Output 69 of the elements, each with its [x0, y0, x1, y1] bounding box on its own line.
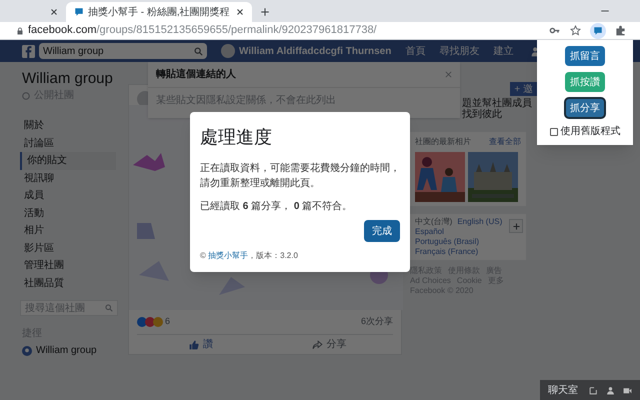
- tab-title: 抽獎小幫手 - 粉絲團,社團開獎程: [88, 6, 231, 20]
- add-language-button[interactable]: [509, 219, 523, 233]
- version-text: © 抽獎小幫手，版本：3.2.0: [200, 250, 299, 262]
- done-button[interactable]: 完成: [364, 220, 400, 242]
- group-name[interactable]: William group: [22, 70, 116, 88]
- reaction-icons: [137, 317, 163, 327]
- lock-icon: [16, 26, 24, 34]
- logo-icon: [22, 44, 35, 58]
- action-button[interactable]: 讚: [137, 337, 265, 352]
- invite-button[interactable]: + 邀: [510, 82, 537, 96]
- sidebar-item[interactable]: 管理社團: [22, 257, 116, 274]
- sidebar-item[interactable]: 關於: [22, 117, 116, 134]
- app-link[interactable]: 抽獎小幫手: [208, 251, 248, 260]
- close-icon: [445, 71, 452, 78]
- extension-action-button[interactable]: 抓分享: [565, 98, 605, 118]
- checkbox-label[interactable]: 使用舊版程式: [560, 124, 620, 139]
- language-link[interactable]: Português (Brasil): [415, 237, 480, 247]
- close-icon: [236, 8, 244, 16]
- see-all-link[interactable]: 查看全部: [489, 136, 521, 148]
- language-link[interactable]: English (US): [457, 217, 502, 227]
- shortcut-link[interactable]: William group: [36, 343, 97, 358]
- star-icon: [570, 25, 581, 36]
- video-icon: [623, 386, 632, 394]
- browser-tab[interactable]: 抽獎小幫手 - 粉絲團,社團開獎程: [66, 2, 252, 22]
- share-arrow-icon: [312, 340, 322, 350]
- nav-link[interactable]: 尋找朋友: [439, 44, 480, 58]
- nav-link[interactable]: 建立: [493, 44, 514, 58]
- sidebar-item[interactable]: 討論區: [22, 134, 116, 152]
- puzzle-icon: [615, 25, 626, 36]
- sidebar-item[interactable]: 你的貼文: [20, 152, 116, 170]
- extension-action-button[interactable]: 抓留言: [565, 46, 605, 66]
- about-text: 題並幫社團成員找到彼此: [462, 98, 533, 120]
- close-icon: [50, 8, 58, 16]
- avatar: [221, 44, 235, 58]
- search-icon: [194, 46, 203, 56]
- thumbs-up-icon: [189, 340, 199, 350]
- reaction-count[interactable]: 6: [165, 315, 170, 329]
- sidebar-item[interactable]: 社團品質: [22, 274, 116, 292]
- compose-icon: [589, 386, 598, 394]
- search-field[interactable]: William group: [39, 43, 207, 59]
- sidebar-item[interactable]: 相片: [22, 222, 116, 240]
- speech-bubble-icon: [593, 26, 603, 36]
- globe-icon: [22, 92, 30, 100]
- user-name[interactable]: William Aldiffadcdcgfi Thurnsen: [239, 44, 392, 58]
- extension-action-button[interactable]: 抓按讚: [565, 72, 605, 92]
- nav-link[interactable]: 首頁: [405, 44, 426, 58]
- language-link[interactable]: Français (France): [415, 247, 478, 257]
- progress-text: 已經讀取 6 篇分享， 0 篇不符合。: [200, 200, 354, 214]
- checkbox[interactable]: [550, 128, 558, 136]
- sidebar-item[interactable]: 成員: [22, 187, 116, 204]
- search-icon: [105, 304, 113, 312]
- speech-bubble-icon: [74, 7, 84, 17]
- language-link[interactable]: 中文(台灣): [415, 217, 452, 227]
- dialog-message: 正在讀取資料，可能需要花費幾分鐘的時間，請勿重新整理或離開此頁。: [200, 162, 400, 191]
- action-button[interactable]: 分享: [265, 337, 393, 352]
- group-icon: [22, 346, 32, 356]
- key-icon: [549, 25, 560, 36]
- card-heading: 社團的最新相片: [415, 136, 471, 148]
- extension-button[interactable]: [590, 22, 606, 38]
- people-icon: [606, 386, 615, 394]
- sidebar-item[interactable]: 影片區: [22, 240, 116, 257]
- dialog-title: 轉貼這個連結的人: [156, 68, 236, 82]
- plus-icon: [260, 7, 270, 17]
- dialog-title: 處理進度: [200, 126, 273, 149]
- sidebar-item[interactable]: 活動: [22, 204, 116, 222]
- share-count[interactable]: 6次分享: [360, 315, 393, 329]
- sidebar-item[interactable]: 視訊聊: [22, 170, 116, 187]
- plus-icon: [512, 222, 520, 230]
- language-link[interactable]: Español: [415, 227, 444, 237]
